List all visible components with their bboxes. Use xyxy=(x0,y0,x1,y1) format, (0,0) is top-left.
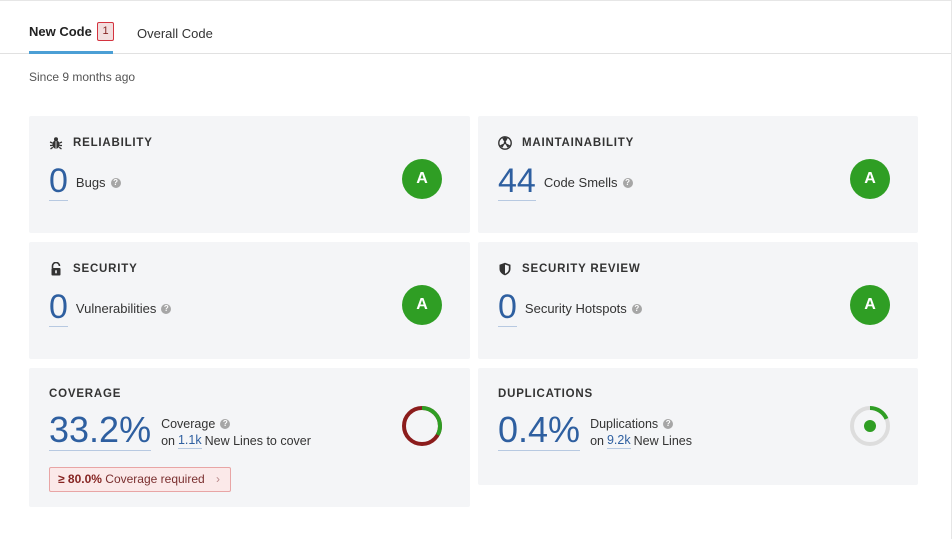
help-icon[interactable]: ? xyxy=(220,419,231,429)
coverage-label: Coverage xyxy=(161,417,216,431)
duplications-on: on xyxy=(590,433,604,448)
code-smells-metric: 44 Code Smells ? xyxy=(498,164,633,201)
coverage-lines-line: on 1.1k New Lines to cover xyxy=(161,432,311,449)
hotspots-label-wrap: Security Hotspots ? xyxy=(525,301,642,316)
duplications-title: DUPLICATIONS xyxy=(498,388,593,400)
bugs-count[interactable]: 0 xyxy=(49,164,68,201)
coverage-text: Coverage ? on 1.1k New Lines to cover xyxy=(161,416,311,449)
code-smells-label-wrap: Code Smells ? xyxy=(544,175,633,190)
lock-icon xyxy=(51,262,61,276)
coverage-label-line: Coverage ? xyxy=(161,416,311,432)
security-review-card: SECURITY REVIEW 0 Security Hotspots ? A xyxy=(478,242,918,359)
maintainability-title: MAINTAINABILITY xyxy=(498,136,634,150)
duplications-title-label: DUPLICATIONS xyxy=(498,388,593,400)
duplications-metric: 0.4% Duplications ? on 9.2k New Lines xyxy=(498,412,692,451)
bugs-label-wrap: Bugs ? xyxy=(76,175,121,190)
maintainability-rating[interactable]: A xyxy=(850,159,890,199)
help-icon[interactable]: ? xyxy=(663,419,674,429)
coverage-metric: 33.2% Coverage ? on 1.1k New Lines to co… xyxy=(49,412,311,451)
period-tabs: New Code 1 Overall Code xyxy=(0,0,952,54)
hotspots-label: Security Hotspots xyxy=(524,301,627,316)
duplications-donut[interactable] xyxy=(849,405,891,447)
help-icon[interactable]: ? xyxy=(161,303,172,314)
bugs-label: Bugs xyxy=(75,175,106,190)
coverage-value[interactable]: 33.2% xyxy=(49,412,152,451)
security-review-title-label: SECURITY REVIEW xyxy=(522,263,641,275)
coverage-lines-text: New Lines to cover xyxy=(204,433,311,448)
tab-overall-code[interactable]: Overall Code xyxy=(137,0,227,54)
shield-icon xyxy=(499,262,511,276)
duplications-lines-text: New Lines xyxy=(633,433,692,448)
maintainability-title-label: MAINTAINABILITY xyxy=(522,137,635,149)
help-icon[interactable]: ? xyxy=(110,177,121,188)
coverage-requirement-text: Coverage required xyxy=(105,472,205,486)
hotspots-count[interactable]: 0 xyxy=(498,290,517,327)
duplications-label: Duplications xyxy=(590,417,659,431)
vulnerabilities-label: Vulnerabilities xyxy=(75,301,157,316)
code-smells-count[interactable]: 44 xyxy=(498,164,536,201)
duplications-donut-dot xyxy=(864,420,876,432)
security-card: SECURITY 0 Vulnerabilities ? A xyxy=(29,242,470,359)
coverage-on: on xyxy=(161,433,175,448)
coverage-lines-link[interactable]: 1.1k xyxy=(177,432,202,449)
security-title-label: SECURITY xyxy=(73,263,138,275)
reliability-title-label: RELIABILITY xyxy=(73,137,153,149)
bug-icon xyxy=(49,137,63,150)
coverage-requirement-badge[interactable]: ≥ 80.0% Coverage required › xyxy=(49,467,232,492)
vulnerabilities-count[interactable]: 0 xyxy=(49,290,68,327)
security-review-title: SECURITY REVIEW xyxy=(498,262,641,276)
radiation-icon xyxy=(498,136,512,150)
duplications-donut-arc xyxy=(869,406,889,420)
duplications-lines-line: on 9.2k New Lines xyxy=(590,432,692,449)
since-text: Since 9 months ago xyxy=(29,70,136,84)
chevron-right-icon: › xyxy=(216,472,221,486)
coverage-requirement-value: ≥ 80.0% xyxy=(58,472,102,486)
reliability-title: RELIABILITY xyxy=(49,136,153,150)
help-icon[interactable]: ? xyxy=(622,177,633,188)
duplications-text: Duplications ? on 9.2k New Lines xyxy=(590,416,692,449)
duplications-value[interactable]: 0.4% xyxy=(498,412,581,451)
coverage-card: COVERAGE 33.2% Coverage ? on 1.1k New Li… xyxy=(29,368,470,507)
vulnerabilities-label-wrap: Vulnerabilities ? xyxy=(75,301,172,316)
help-icon[interactable]: ? xyxy=(631,303,642,314)
coverage-title-label: COVERAGE xyxy=(49,388,122,400)
coverage-donut[interactable] xyxy=(401,405,443,447)
tab-new-code-label: New Code xyxy=(29,24,92,39)
duplications-card: DUPLICATIONS 0.4% Duplications ? on 9.2k… xyxy=(478,368,918,485)
security-rating[interactable]: A xyxy=(402,285,442,325)
hotspots-metric: 0 Security Hotspots ? xyxy=(498,290,642,327)
reliability-card: RELIABILITY 0 Bugs ? A xyxy=(29,116,470,233)
duplications-lines-link[interactable]: 9.2k xyxy=(606,432,631,449)
tab-new-code-badge: 1 xyxy=(97,22,114,41)
reliability-rating[interactable]: A xyxy=(402,159,442,199)
coverage-title: COVERAGE xyxy=(49,388,121,400)
security-title: SECURITY xyxy=(49,262,138,276)
tab-overall-code-label: Overall Code xyxy=(137,26,213,41)
security-review-rating[interactable]: A xyxy=(850,285,890,325)
vulnerabilities-metric: 0 Vulnerabilities ? xyxy=(49,290,172,327)
bugs-metric: 0 Bugs ? xyxy=(49,164,121,201)
duplications-label-line: Duplications ? xyxy=(590,416,692,432)
code-smells-label: Code Smells xyxy=(543,175,618,190)
tab-new-code[interactable]: New Code 1 xyxy=(29,0,114,54)
maintainability-card: MAINTAINABILITY 44 Code Smells ? A xyxy=(478,116,918,233)
